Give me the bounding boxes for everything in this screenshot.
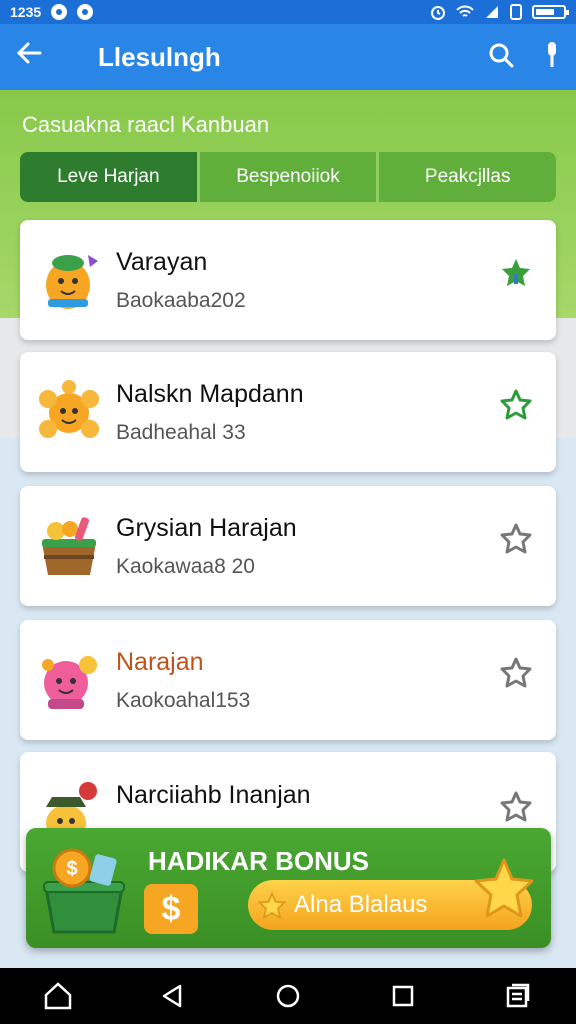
list-item[interactable]: Grysian Harajan Kaokawaa8 20 (20, 486, 556, 606)
tab-peakcjllas[interactable]: Peakcjllas (379, 152, 556, 202)
svg-text:$: $ (66, 858, 77, 880)
search-button[interactable] (488, 42, 514, 73)
wifi-icon (456, 5, 474, 17)
system-nav-bar (0, 968, 576, 1024)
page-title: Llesulngh (98, 41, 221, 72)
tab-leve-harjan[interactable]: Leve Harjan (20, 152, 200, 202)
star-icon (258, 892, 286, 920)
item-name: Varayan (116, 247, 208, 276)
circle-home-icon (276, 984, 300, 1008)
avatar-icon (39, 380, 99, 438)
voice-button[interactable] (544, 41, 560, 74)
avatar-icon (46, 255, 98, 309)
microphone-icon (548, 41, 556, 67)
alarm-icon (431, 6, 445, 20)
favorite-star-icon[interactable] (500, 522, 532, 554)
item-name: Narajan (116, 647, 204, 676)
menu-nav-button[interactable] (498, 976, 538, 1016)
status-time: 1235 (10, 4, 42, 20)
back-triangle-icon (162, 984, 182, 1008)
list-item[interactable]: Varayan Baokaaba202 (20, 220, 556, 340)
list-item[interactable]: Narajan Kaokoahal153 (20, 620, 556, 740)
item-subtitle: Badheahal 33 (116, 420, 246, 444)
favorite-star-icon[interactable] (500, 656, 532, 688)
item-name: Nalskn Mapdann (116, 379, 304, 408)
home-circle-nav-button[interactable] (268, 976, 308, 1016)
item-subtitle: Kaokoahal153 (116, 688, 251, 712)
square-recents-icon (392, 985, 414, 1007)
bonus-title: HADIKAR BONUS (148, 846, 369, 876)
favorite-star-icon[interactable] (500, 388, 532, 420)
tab-bar: Leve Harjan Bespenoiiok Peakcjllas (20, 152, 556, 202)
item-name: Grysian Harajan (116, 513, 297, 542)
back-button[interactable] (16, 40, 60, 74)
avatar-icon (42, 517, 96, 575)
notification-icon-2 (77, 4, 94, 20)
recents-nav-button[interactable] (383, 976, 423, 1016)
search-icon (489, 43, 514, 67)
status-bar: 1235 (0, 0, 576, 24)
list-item[interactable]: Nalskn Mapdann Badheahal 33 (20, 352, 556, 472)
battery-icon (532, 5, 569, 19)
item-subtitle: Kaokawaa8 20 (116, 554, 255, 578)
back-nav-button[interactable] (153, 976, 193, 1016)
big-star-icon (474, 858, 534, 918)
app-bar: Llesulngh (0, 24, 576, 90)
favorite-star-icon[interactable] (500, 256, 532, 288)
item-subtitle: Baokaaba202 (116, 288, 246, 312)
bonus-banner[interactable]: $ HADIKAR BONUS $ Alna Blalaus (26, 828, 551, 948)
avatar-icon (42, 656, 97, 709)
coin-basket-icon: $ (43, 848, 125, 934)
home-nav-button[interactable] (38, 976, 78, 1016)
section-subtitle: Casuakna raacl Kanbuan (22, 112, 270, 137)
signal-icon (486, 6, 498, 18)
home-icon (44, 982, 71, 1010)
menu-icon (507, 983, 530, 1008)
back-arrow-icon (16, 42, 42, 64)
item-name: Narciiahb Inanjan (116, 780, 311, 809)
favorite-star-icon[interactable] (500, 790, 532, 822)
sim-icon (510, 4, 522, 20)
tab-bespenoiiok[interactable]: Bespenoiiok (200, 152, 380, 202)
dollar-button[interactable]: $ (144, 884, 198, 934)
claim-bonus-label: Alna Blalaus (294, 891, 428, 918)
notification-icon (51, 4, 68, 20)
